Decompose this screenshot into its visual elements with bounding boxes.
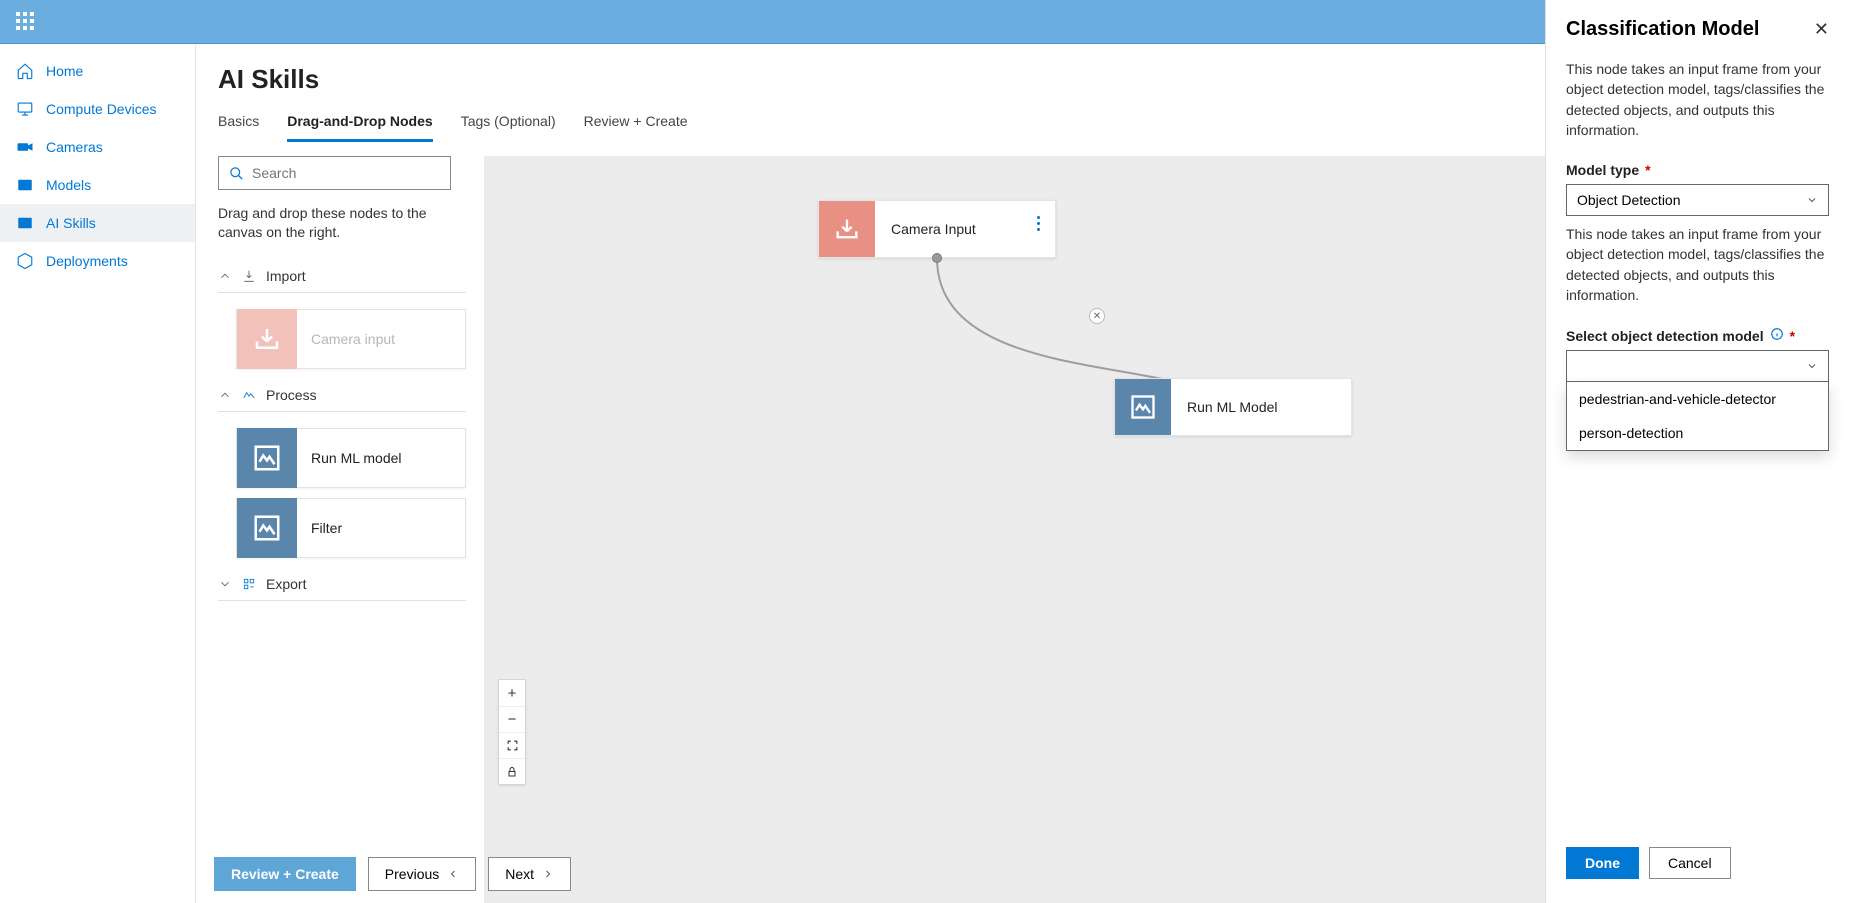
canvas-node-camera-input[interactable]: Camera Input xyxy=(818,200,1056,258)
search-box[interactable] xyxy=(218,156,451,190)
chevron-right-icon xyxy=(542,868,554,880)
node-palette: Drag and drop these nodes to the canvas … xyxy=(218,156,484,903)
group-label: Import xyxy=(266,268,306,284)
sidebar-item-models[interactable]: Models xyxy=(0,166,195,204)
canvas-node-run-ml[interactable]: Run ML Model xyxy=(1114,378,1352,436)
lock-button[interactable] xyxy=(499,758,525,784)
export-icon xyxy=(242,577,256,591)
models-icon xyxy=(16,176,34,194)
palette-node-run-ml[interactable]: Run ML model xyxy=(236,428,466,488)
chevron-down-icon xyxy=(218,577,232,591)
object-model-select[interactable] xyxy=(1566,350,1829,382)
tab-tags[interactable]: Tags (Optional) xyxy=(461,107,556,142)
connector-dot[interactable] xyxy=(932,253,942,263)
model-type-label: Model type* xyxy=(1566,162,1829,178)
close-icon[interactable]: ✕ xyxy=(1814,19,1829,40)
process-icon xyxy=(242,388,256,402)
next-button[interactable]: Next xyxy=(488,857,571,891)
monitor-icon xyxy=(16,100,34,118)
deployments-icon xyxy=(16,252,34,270)
done-button[interactable]: Done xyxy=(1566,847,1639,879)
model-type-desc: This node takes an input frame from your… xyxy=(1566,224,1829,305)
canvas-controls: + − xyxy=(498,679,526,785)
tab-review[interactable]: Review + Create xyxy=(584,107,688,142)
fit-view-button[interactable] xyxy=(499,732,525,758)
chevron-up-icon xyxy=(218,269,232,283)
sidebar-item-label: Cameras xyxy=(46,139,103,155)
group-export[interactable]: Export xyxy=(218,568,466,601)
sidebar-item-ai-skills[interactable]: AI Skills xyxy=(0,204,195,242)
wizard-footer: Review + Create Previous Next xyxy=(214,857,571,891)
sidebar-item-label: Compute Devices xyxy=(46,101,157,117)
select-value: Object Detection xyxy=(1577,192,1681,208)
cancel-button[interactable]: Cancel xyxy=(1649,847,1731,879)
sidebar-item-cameras[interactable]: Cameras xyxy=(0,128,195,166)
tab-drag-drop[interactable]: Drag-and-Drop Nodes xyxy=(287,107,432,142)
waffle-icon[interactable] xyxy=(16,12,36,32)
node-label: Run ML model xyxy=(297,450,402,466)
review-create-button[interactable]: Review + Create xyxy=(214,857,356,891)
node-label: Camera Input xyxy=(875,221,1026,237)
panel-description: This node takes an input frame from your… xyxy=(1566,59,1829,140)
sidebar-item-label: Deployments xyxy=(46,253,128,269)
camera-icon xyxy=(16,138,34,156)
zoom-out-button[interactable]: − xyxy=(499,706,525,732)
sidebar-item-label: Home xyxy=(46,63,83,79)
download-icon xyxy=(819,201,875,257)
group-import[interactable]: Import xyxy=(218,260,466,293)
sidebar-item-deployments[interactable]: Deployments xyxy=(0,242,195,280)
tab-basics[interactable]: Basics xyxy=(218,107,259,142)
group-label: Process xyxy=(266,387,317,403)
model-type-select[interactable]: Object Detection xyxy=(1566,184,1829,216)
node-label: Filter xyxy=(297,520,342,536)
group-process[interactable]: Process xyxy=(218,379,466,412)
skills-icon xyxy=(16,214,34,232)
sidebar-item-label: Models xyxy=(46,177,91,193)
panel-title: Classification Model xyxy=(1566,18,1759,41)
zoom-in-button[interactable]: + xyxy=(499,680,525,706)
sidebar-item-home[interactable]: Home xyxy=(0,52,195,90)
panel-header: Classification Model ✕ xyxy=(1566,18,1829,41)
previous-button[interactable]: Previous xyxy=(368,857,476,891)
info-icon[interactable] xyxy=(1770,327,1784,344)
panel-footer: Done Cancel xyxy=(1566,847,1829,885)
chevron-down-icon xyxy=(1806,194,1818,206)
chevron-up-icon xyxy=(218,388,232,402)
required-indicator: * xyxy=(1790,328,1795,344)
sidebar-item-label: AI Skills xyxy=(46,215,96,231)
side-panel: Classification Model ✕ This node takes a… xyxy=(1545,0,1849,903)
dropdown-option[interactable]: pedestrian-and-vehicle-detector xyxy=(1567,382,1828,416)
model-icon xyxy=(1115,379,1171,435)
delete-edge-icon[interactable]: ✕ xyxy=(1089,308,1105,324)
required-indicator: * xyxy=(1645,162,1650,178)
search-input[interactable] xyxy=(252,165,440,181)
palette-hint: Drag and drop these nodes to the canvas … xyxy=(218,204,448,242)
sidebar: Home Compute Devices Cameras Models AI S… xyxy=(0,44,196,903)
node-menu-icon[interactable] xyxy=(1032,211,1045,236)
node-label: Run ML Model xyxy=(1171,399,1328,415)
select-model-label: Select object detection model * xyxy=(1566,327,1829,344)
node-label: Camera input xyxy=(297,331,395,347)
palette-node-filter[interactable]: Filter xyxy=(236,498,466,558)
import-icon xyxy=(242,269,256,283)
search-icon xyxy=(229,166,244,181)
dropdown-option[interactable]: person-detection xyxy=(1567,416,1828,450)
group-label: Export xyxy=(266,576,306,592)
download-icon xyxy=(237,309,297,369)
model-dropdown-popup: pedestrian-and-vehicle-detector person-d… xyxy=(1566,382,1829,451)
palette-node-camera-input[interactable]: Camera input xyxy=(236,309,466,369)
home-icon xyxy=(16,62,34,80)
chevron-down-icon xyxy=(1806,360,1818,372)
sidebar-item-compute[interactable]: Compute Devices xyxy=(0,90,195,128)
model-icon xyxy=(237,498,297,558)
chevron-left-icon xyxy=(447,868,459,880)
model-icon xyxy=(237,428,297,488)
